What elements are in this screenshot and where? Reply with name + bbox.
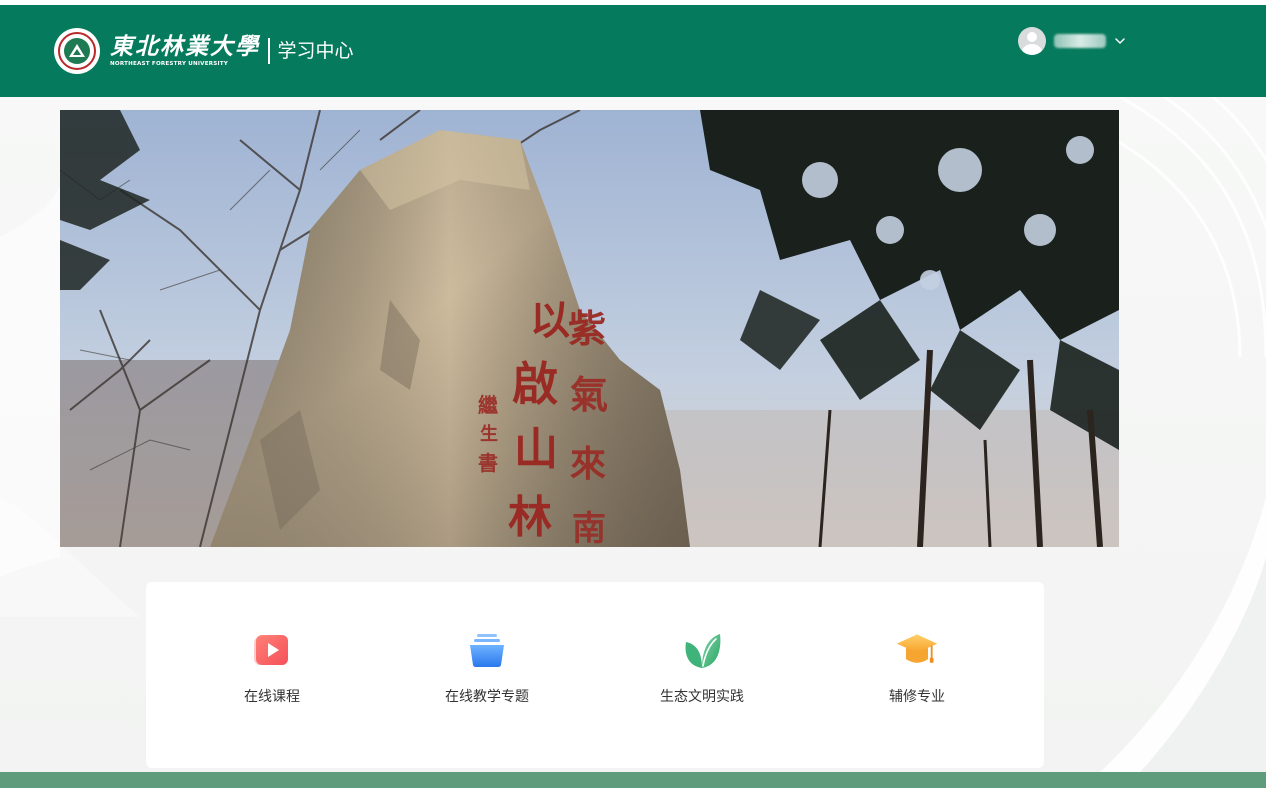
stacked-folder-icon [465, 628, 509, 672]
carving-char: 書 [478, 451, 498, 475]
quick-nav-card: 在线课程 在线教学专题 生态文明实践 辅修专业 [146, 582, 1044, 768]
carving-char: 林 [508, 492, 552, 543]
user-menu[interactable] [1018, 26, 1126, 56]
nav-item-online-courses[interactable]: 在线课程 [192, 628, 352, 718]
top-header: 東北林業大學 NORTHEAST FORESTRY UNIVERSITY 学习中… [0, 5, 1266, 97]
nav-item-minor-major[interactable]: 辅修专业 [837, 628, 997, 718]
nav-item-teaching-topics[interactable]: 在线教学专题 [407, 628, 567, 718]
leaf-icon [680, 628, 724, 672]
user-avatar-icon[interactable] [1018, 27, 1046, 55]
carving-char: 山 [514, 424, 558, 475]
carving-char: 來 [570, 443, 606, 485]
carving-char: 生 [480, 423, 498, 445]
university-logo[interactable]: 東北林業大學 NORTHEAST FORESTRY UNIVERSITY 学习中… [54, 27, 354, 75]
nav-label: 生态文明实践 [660, 689, 744, 705]
university-emblem-icon [54, 28, 100, 74]
nav-label: 在线教学专题 [445, 689, 529, 705]
carving-char: 氣 [570, 372, 608, 417]
username-blurred[interactable] [1054, 34, 1106, 48]
footer-bar [0, 772, 1266, 788]
carving-char: 啟 [512, 357, 558, 411]
nav-label: 辅修专业 [889, 689, 945, 705]
graduation-cap-icon [895, 628, 939, 672]
play-video-icon [250, 628, 294, 672]
hero-banner[interactable]: 以 啟 山 林 紫 氣 來 南 繼 生 書 [60, 110, 1119, 547]
carving-char: 以 [530, 297, 570, 344]
chevron-down-icon[interactable] [1114, 35, 1126, 47]
carving-char: 繼 [478, 393, 498, 417]
nav-label: 在线课程 [244, 689, 300, 705]
carving-char: 南 [572, 509, 606, 547]
logo-chinese-name: 東北林業大學 [110, 33, 260, 60]
carving-char: 紫 [568, 306, 606, 351]
site-subtitle: 学习中心 [277, 40, 354, 62]
logo-divider [268, 38, 270, 64]
nav-item-eco-practice[interactable]: 生态文明实践 [622, 628, 782, 718]
logo-english-name: NORTHEAST FORESTRY UNIVERSITY [110, 61, 229, 67]
